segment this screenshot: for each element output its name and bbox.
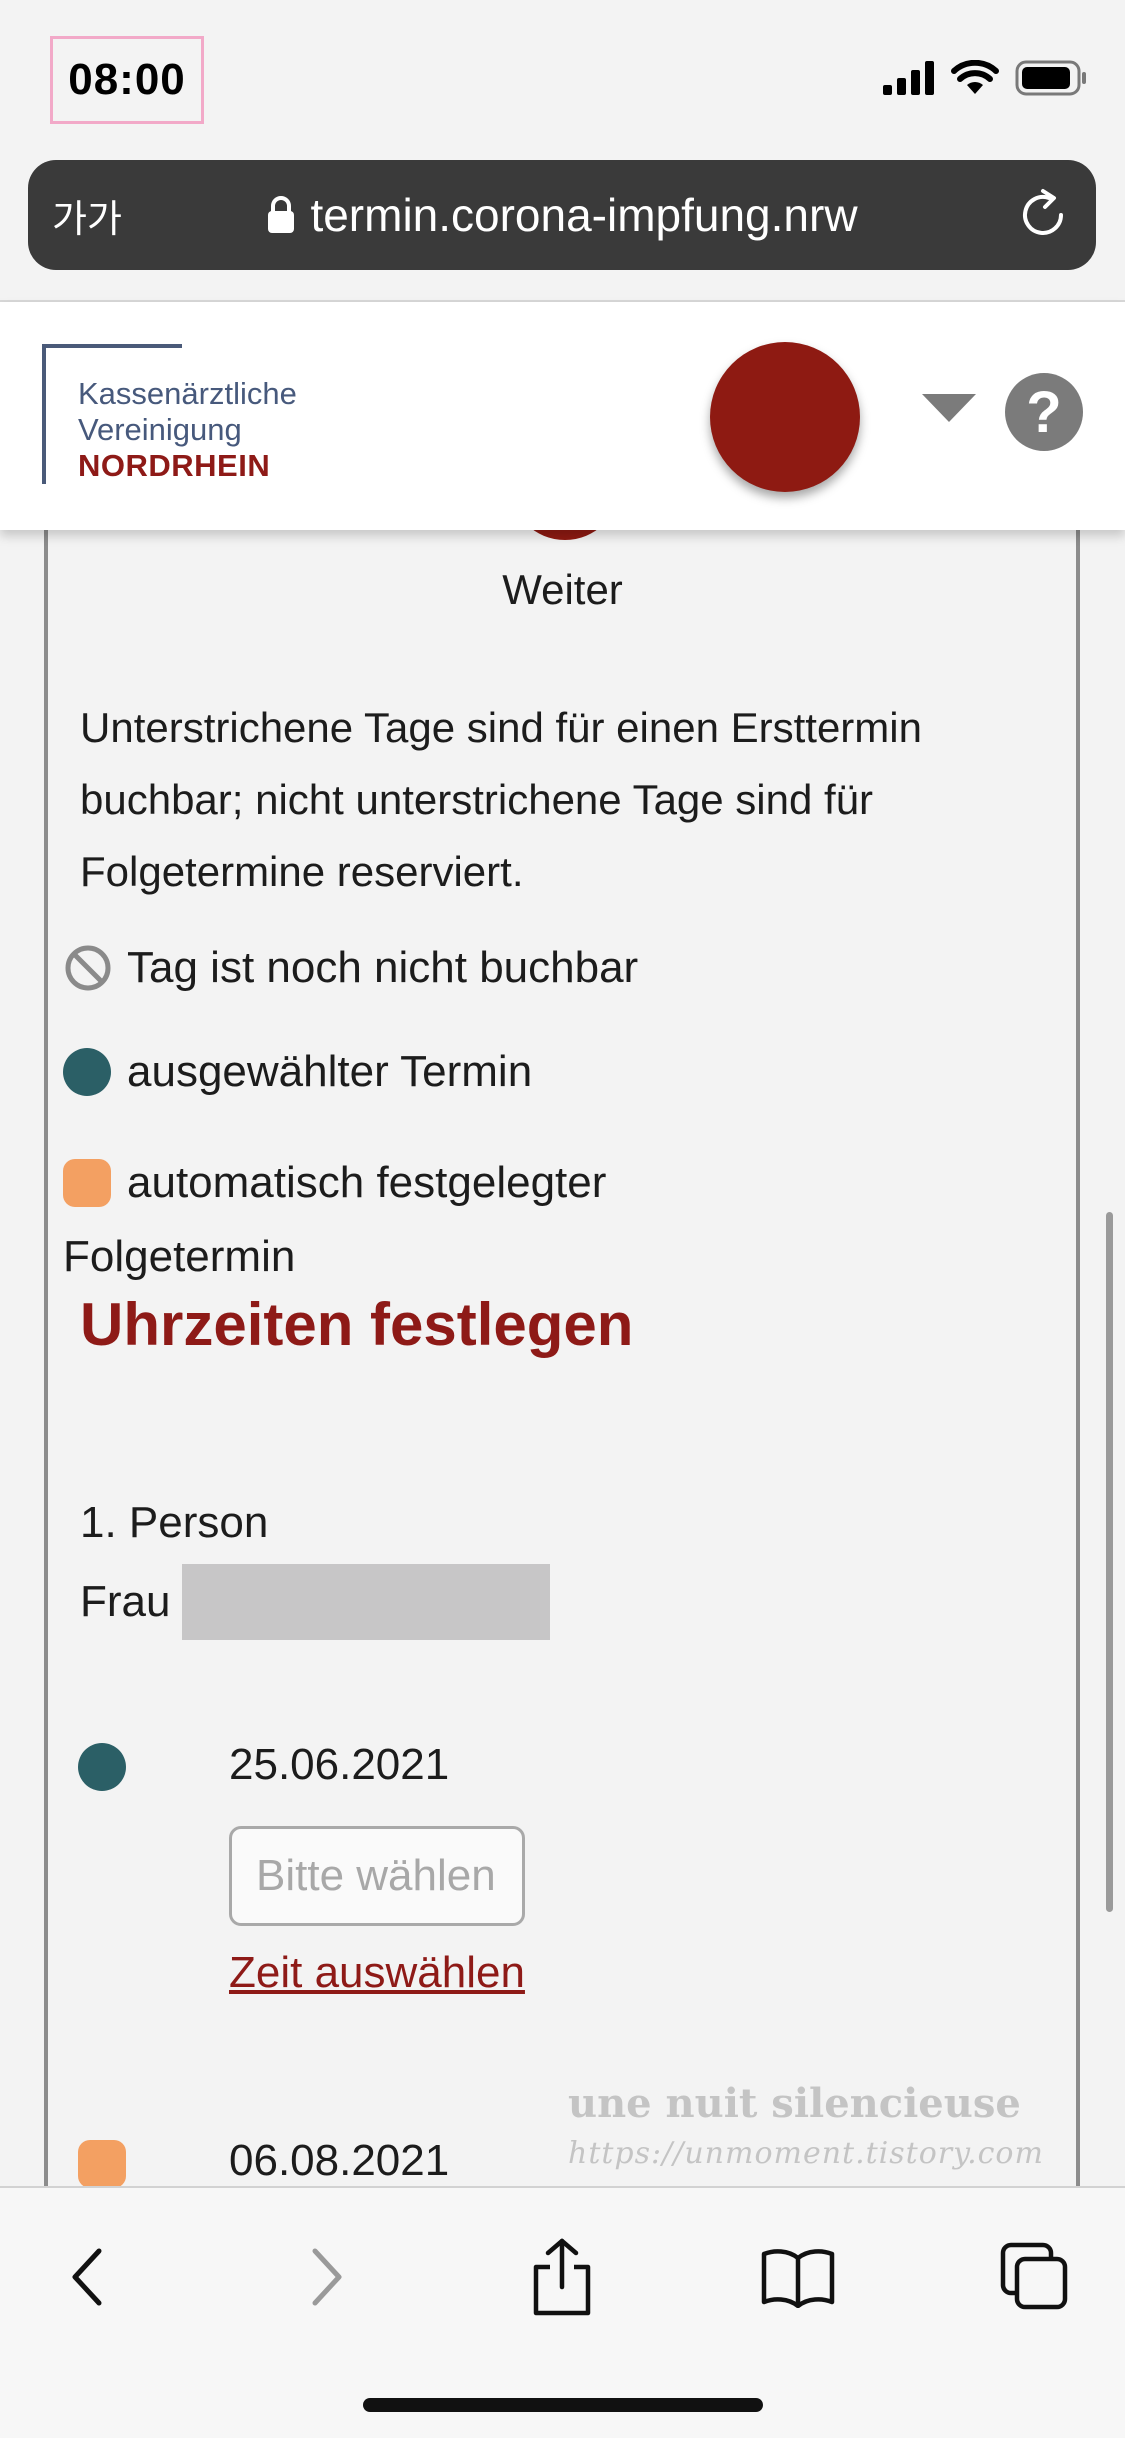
legend-auto-label-line1: automatisch festgelegter	[127, 1158, 607, 1207]
kvno-logo[interactable]: Kassenärztliche Vereinigung NORDRHEIN	[78, 376, 297, 484]
not-bookable-icon	[65, 945, 111, 991]
redacted-name	[182, 1564, 551, 1640]
url-field[interactable]: termin.corona-impfung.nrw	[28, 160, 1096, 270]
tabs-button[interactable]	[990, 2232, 1080, 2322]
battery-icon	[1015, 60, 1086, 96]
logo-line-1: Kassenärztliche	[78, 376, 297, 411]
appointment-1-time-select[interactable]: Bitte wählen	[229, 1826, 525, 1926]
url-text: termin.corona-impfung.nrw	[310, 189, 858, 241]
legend-auto-label-line2: Folgetermin	[63, 1232, 296, 1281]
address-bar[interactable]: 가가 termin.corona-impfung.nrw	[28, 160, 1096, 270]
selected-dot-icon	[63, 1048, 111, 1096]
legend-auto-followup: automatisch festgelegter Folgetermin	[63, 1146, 863, 1294]
help-icon[interactable]: ?	[1005, 373, 1083, 451]
appointment-2-square-icon	[78, 2140, 126, 2188]
scrollbar[interactable]	[1106, 1212, 1113, 1912]
signal-icon	[883, 61, 934, 95]
legend-not-bookable: Tag ist noch nicht buchbar	[63, 943, 638, 993]
watermark-title: une nuit silencieuse	[568, 2080, 1021, 2127]
appointment-1-dot-icon	[78, 1743, 126, 1791]
appointment-1-select-time-link[interactable]: Zeit auswählen	[229, 1948, 525, 1998]
share-button[interactable]	[517, 2232, 607, 2322]
next-button-label[interactable]: Weiter	[0, 566, 1125, 614]
person-salutation: Frau	[80, 1577, 171, 1626]
appointment-2-date: 06.08.2021	[229, 2136, 450, 2185]
back-icon	[72, 2248, 102, 2306]
floating-action-circle[interactable]	[710, 342, 860, 492]
reload-icon[interactable]	[1016, 188, 1070, 242]
auto-followup-square-icon	[63, 1159, 111, 1207]
back-button[interactable]	[42, 2232, 132, 2322]
booking-info-text: Unterstrichene Tage sind für einen Erstt…	[80, 704, 922, 895]
bookmarks-icon	[761, 2249, 835, 2308]
wifi-icon	[951, 60, 999, 94]
forward-icon	[312, 2248, 342, 2306]
person-name: Frau	[80, 1564, 551, 1640]
share-icon	[533, 2238, 591, 2316]
logo-line-3: NORDRHEIN	[78, 448, 271, 483]
site-header: Kassenärztliche Vereinigung NORDRHEIN ?	[0, 302, 1125, 530]
watermark-url: https://unmoment.tistory.com	[568, 2136, 1044, 2171]
legend-selected-label: ausgewählter Termin	[127, 1047, 533, 1096]
home-indicator[interactable]	[363, 2398, 763, 2412]
status-icons	[883, 60, 1087, 96]
logo-line-2: Vereinigung	[78, 412, 242, 447]
person-index: 1. Person	[80, 1498, 269, 1547]
lock-icon	[268, 196, 295, 233]
legend-selected: ausgewählter Termin	[63, 1047, 532, 1097]
bookmarks-button[interactable]	[753, 2232, 843, 2322]
legend-not-bookable-label: Tag ist noch nicht buchbar	[127, 943, 639, 992]
section-title: Uhrzeiten festlegen	[80, 1291, 634, 1358]
language-dropdown-icon[interactable]	[922, 394, 976, 422]
forward-button[interactable]	[282, 2232, 372, 2322]
appointment-1-date: 25.06.2021	[229, 1740, 450, 1789]
tabs-icon	[1000, 2242, 1068, 2310]
status-time: 08:00	[50, 36, 204, 124]
status-bar: 08:00	[0, 0, 1125, 150]
